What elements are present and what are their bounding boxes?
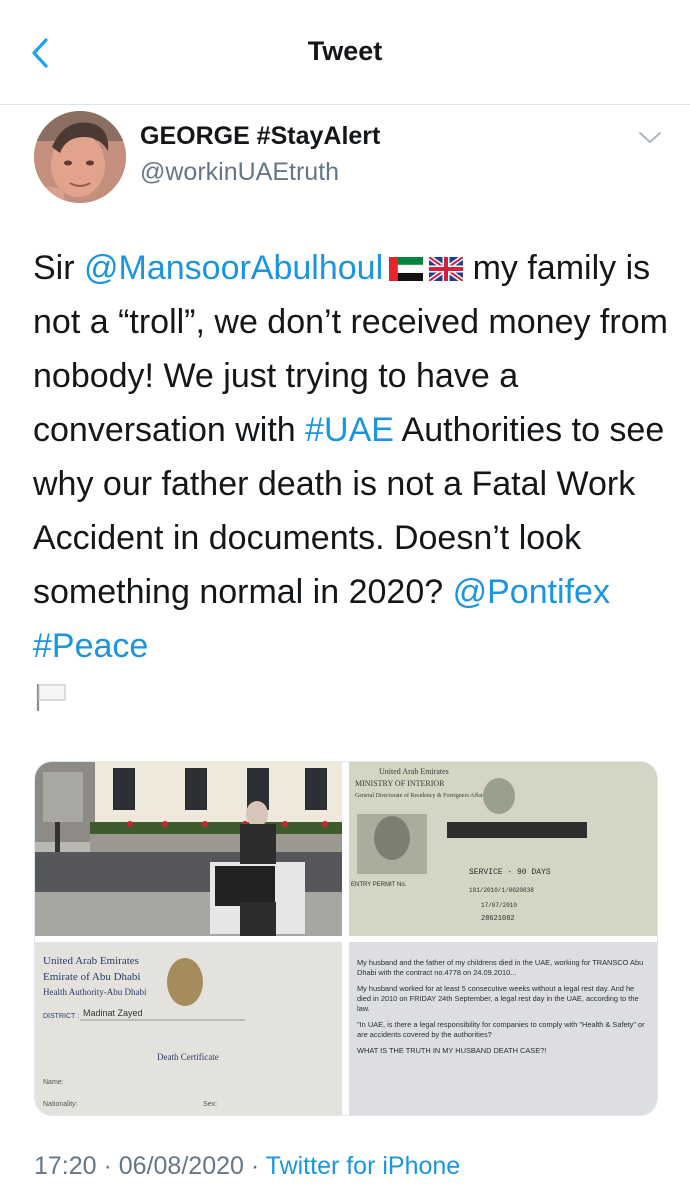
permit-ministry: MINISTRY OF INTERIOR <box>355 779 445 788</box>
letter-paragraph: My husband and the father of my children… <box>357 958 644 977</box>
photo-death-certificate[interactable]: United Arab Emirates Emirate of Abu Dhab… <box>35 942 342 1115</box>
mention-link[interactable]: @Pontifex <box>453 573 610 611</box>
permit-number: 101/2010/1/0020838 <box>469 887 534 894</box>
permit-country: United Arab Emirates <box>379 767 449 776</box>
uae-flag-icon <box>389 257 424 281</box>
cert-name-label: Name: <box>43 1079 64 1086</box>
photo-letter[interactable]: My husband and the father of my children… <box>349 942 657 1115</box>
tweet-text: Sir @MansoorAbulhoul my family is not a … <box>33 241 673 673</box>
timestamp: 17:20 · 06/08/2020 · <box>34 1152 266 1180</box>
cert-district-label: DISTRICT : <box>43 1013 79 1020</box>
letter-page: My husband and the father of my children… <box>349 942 657 1115</box>
permit-date: 17/07/2010 <box>481 902 517 909</box>
author-name[interactable]: GEORGE #StayAlert <box>140 122 380 151</box>
cert-sex-label: Sex: <box>203 1101 217 1108</box>
avatar[interactable] <box>34 111 126 203</box>
source-link[interactable]: Twitter for iPhone <box>266 1152 461 1180</box>
photo-street[interactable] <box>35 762 342 936</box>
chevron-down-icon[interactable] <box>636 128 664 148</box>
letter-paragraph: WHAT IS THE TRUTH IN MY HUSBAND DEATH CA… <box>357 1046 547 1055</box>
tweet-text-segment: Sir <box>33 249 84 287</box>
hashtag-link[interactable]: #UAE <box>305 411 394 449</box>
letter-paragraph: "In UAE, is there a legal responsibility… <box>357 1020 645 1039</box>
cert-line1: United Arab Emirates <box>43 955 139 967</box>
mention-link[interactable]: @MansoorAbulhoul <box>84 249 383 287</box>
permit-dept: General Directorate of Residency & Forei… <box>355 792 488 799</box>
photo-entry-permit[interactable]: United Arab Emirates MINISTRY OF INTERIO… <box>349 762 657 936</box>
permit-label: ENTRY PERMIT No. <box>351 882 407 888</box>
author-handle[interactable]: @workinUAEtruth <box>140 158 339 187</box>
cert-line2: Emirate of Abu Dhabi <box>43 971 140 983</box>
white-flag-icon <box>36 684 66 711</box>
cert-title: Death Certificate <box>157 1052 219 1062</box>
nav-bar: Tweet <box>0 0 690 105</box>
tweet-meta: 17:20 · 06/08/2020 · Twitter for iPhone <box>34 1152 460 1181</box>
cert-district: Madinat Zayed <box>83 1008 143 1018</box>
uk-flag-icon <box>429 257 464 281</box>
page-title: Tweet <box>307 36 383 66</box>
media-grid: United Arab Emirates MINISTRY OF INTERIO… <box>34 761 658 1116</box>
hashtag-link[interactable]: #Peace <box>33 627 148 665</box>
cert-nationality-label: Nationality: <box>43 1101 78 1108</box>
cert-line3: Health Authority-Abu Dhabi <box>43 987 147 997</box>
permit-service: SERVICE - 90 DAYS <box>469 868 551 877</box>
letter-paragraph: My husband worked for at least 5 consecu… <box>357 984 639 1013</box>
permit-number2: 28621082 <box>481 915 515 923</box>
